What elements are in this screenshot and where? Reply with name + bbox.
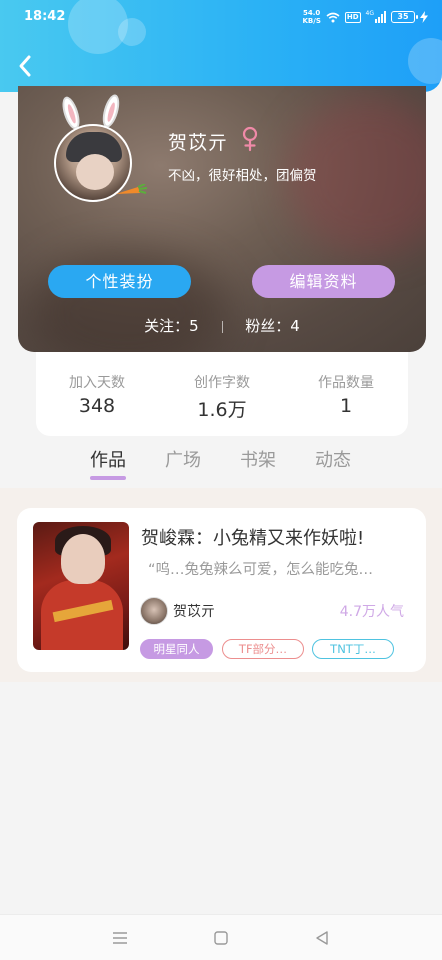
- profile-avatar[interactable]: [54, 92, 148, 202]
- header-bar: 18:42 54.0 KB/S HD 4G 35: [0, 0, 442, 92]
- dress-up-button[interactable]: 个性装扮: [48, 265, 191, 298]
- work-title[interactable]: 贺峻霖：小兔精又来作妖啦!: [141, 524, 364, 550]
- tag-celebrity-fanfic[interactable]: 明星同人: [140, 639, 213, 659]
- author-name[interactable]: 贺苡亓: [173, 601, 215, 621]
- tag-tnt[interactable]: TNT丁…: [312, 639, 394, 659]
- battery-icon: 35: [391, 11, 418, 23]
- carrot-icon: [116, 184, 148, 194]
- content-tabs: 作品 广场 书架 动态: [0, 436, 442, 488]
- work-card[interactable]: 贺峻霖：小兔精又来作妖啦! “呜…兔兔辣么可爱，怎么能吃兔… 贺苡亓 4.7万人…: [17, 508, 426, 672]
- stat-label: 创作字数: [194, 375, 250, 391]
- stats-panel: 加入天数 348 创作字数 1.6万 作品数量 1: [36, 352, 408, 436]
- menu-icon[interactable]: [111, 929, 129, 947]
- decor-bubble-right: [408, 38, 442, 84]
- stat-word-count: 创作字数 1.6万: [167, 372, 277, 422]
- hd-icon: HD: [344, 11, 361, 23]
- fans-link[interactable]: 粉丝：4: [245, 317, 300, 335]
- stat-value: 348: [78, 395, 116, 417]
- stat-join-days: 加入天数 348: [42, 372, 152, 417]
- work-cover-image[interactable]: [33, 522, 129, 650]
- system-nav-bar: [0, 914, 442, 960]
- status-bar: 18:42 54.0 KB/S HD 4G 35: [0, 0, 442, 34]
- profile-page: 18:42 54.0 KB/S HD 4G 35 贺苡亓 不凶，很好相处，团偏贺…: [0, 0, 442, 960]
- stat-value: 1: [339, 395, 353, 417]
- author-avatar[interactable]: [140, 597, 168, 625]
- bunny-ear-right-icon: [99, 92, 123, 130]
- stat-label: 加入天数: [69, 375, 125, 391]
- following-count: 5: [189, 317, 199, 335]
- status-icons: 54.0 KB/S HD 4G 35: [303, 8, 428, 26]
- following-link[interactable]: 关注：5: [144, 317, 203, 335]
- stat-value: 1.6万: [197, 399, 247, 421]
- signal-icon: 4G: [366, 11, 386, 23]
- following-label: 关注：: [144, 317, 190, 335]
- stat-label: 作品数量: [318, 375, 374, 391]
- net-speed-unit: KB/S: [302, 17, 321, 25]
- work-popularity: 4.7万人气: [339, 604, 404, 620]
- net-speed: 54.0 KB/S: [303, 9, 321, 25]
- charging-icon: [420, 11, 428, 23]
- edit-profile-button[interactable]: 编辑资料: [252, 265, 395, 298]
- profile-card: 贺苡亓 不凶，很好相处，团偏贺 个性装扮 编辑资料 关注：5 粉丝：4: [18, 86, 426, 352]
- profile-bio: 不凶，很好相处，团偏贺: [168, 168, 317, 184]
- username: 贺苡亓: [168, 132, 229, 154]
- stat-work-count: 作品数量 1: [291, 372, 401, 417]
- back-button[interactable]: [14, 52, 36, 80]
- net-speed-value: 54.0: [303, 9, 321, 17]
- status-time: 18:42: [24, 9, 66, 24]
- wifi-icon: [326, 12, 340, 22]
- tab-activity[interactable]: 动态: [315, 446, 351, 472]
- fans-count: 4: [290, 317, 300, 335]
- fans-label: 粉丝：: [245, 317, 291, 335]
- tab-bookshelf[interactable]: 书架: [240, 446, 276, 472]
- back-triangle-icon[interactable]: [313, 929, 331, 947]
- follow-divider: [221, 320, 223, 333]
- tab-square[interactable]: 广场: [165, 446, 201, 472]
- active-tab-indicator: [90, 476, 126, 480]
- signal-label: 4G: [365, 10, 374, 17]
- home-square-icon[interactable]: [212, 929, 230, 947]
- tab-works[interactable]: 作品: [90, 446, 126, 472]
- follow-stats: 关注：5 粉丝：4: [18, 315, 426, 336]
- tag-tf[interactable]: TF部分…: [222, 639, 304, 659]
- female-icon: [242, 126, 258, 152]
- work-description: “呜…兔兔辣么可爱，怎么能吃兔…: [148, 562, 374, 578]
